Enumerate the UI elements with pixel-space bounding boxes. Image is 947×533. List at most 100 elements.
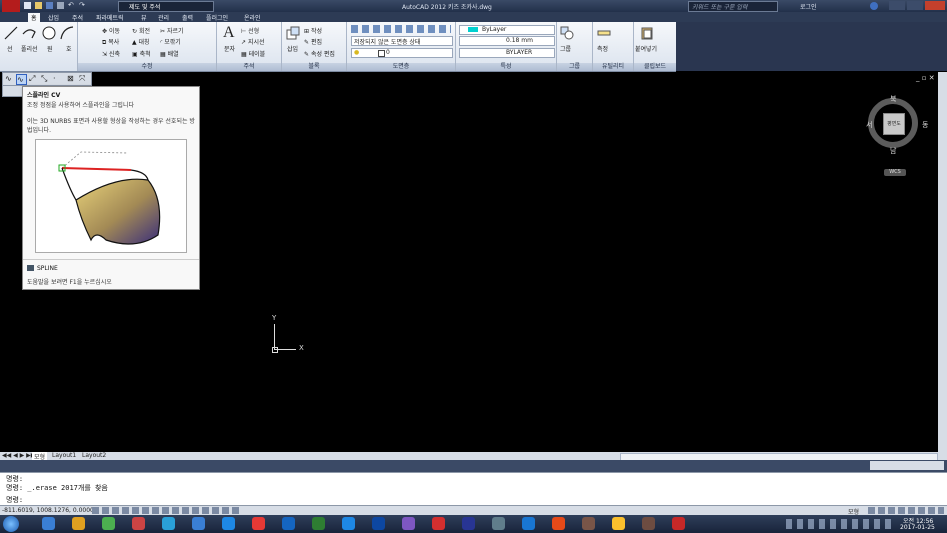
taskbar-app-icon[interactable]: [462, 517, 475, 530]
taskbar-app-icon[interactable]: [252, 517, 265, 530]
taskbar-app-icon[interactable]: [372, 517, 385, 530]
groups-panel-label[interactable]: 그룹: [557, 63, 592, 71]
insert-icon[interactable]: [286, 26, 300, 40]
modify-panel-label[interactable]: 수정: [78, 63, 216, 71]
command-prompt[interactable]: 명령:: [6, 495, 23, 505]
paste-icon[interactable]: [640, 26, 654, 40]
viewcube[interactable]: 평면도 북 남 서 동: [866, 94, 928, 156]
workspace-select[interactable]: 제도 및 주석: [118, 1, 214, 12]
layer-tools-icon[interactable]: [351, 25, 451, 33]
layer-state-select[interactable]: 저장되지 않은 도면층 상태: [351, 36, 453, 46]
status-tools[interactable]: [868, 507, 944, 514]
edit-attributes-button[interactable]: ✎ 속성 편집: [304, 49, 335, 58]
taskbar-app-icon[interactable]: [672, 517, 685, 530]
circle-button[interactable]: 원: [47, 44, 53, 53]
text-icon[interactable]: A: [223, 24, 235, 42]
ribbon-tab[interactable]: 뷰: [138, 13, 150, 22]
wcs-menu[interactable]: WCS: [884, 169, 906, 176]
print-icon[interactable]: [57, 2, 64, 9]
tab-layout1[interactable]: Layout1: [52, 452, 76, 459]
save-icon[interactable]: [46, 2, 53, 9]
rotate-button[interactable]: ↻ 회전: [132, 26, 150, 35]
measure-icon[interactable]: [597, 26, 611, 40]
linetype-select[interactable]: BYLAYER: [459, 48, 555, 58]
polyline-icon[interactable]: [22, 26, 36, 40]
copy-button[interactable]: ⧉ 복사: [102, 37, 119, 47]
utilities-panel-label[interactable]: 유틸리티: [593, 63, 633, 71]
command-window[interactable]: 명령: 명령: _.erase 2017개를 찾음 명령:: [0, 472, 947, 506]
arc-button[interactable]: 호: [66, 44, 72, 53]
drawing-window-controls[interactable]: _ ▫ ✕: [916, 74, 935, 82]
taskbar-app-icon[interactable]: [642, 517, 655, 530]
layer-select[interactable]: ● 0: [351, 48, 453, 58]
taskbar-app-icon[interactable]: [522, 517, 535, 530]
insert-button[interactable]: 삽입: [287, 44, 298, 53]
command-window-tools[interactable]: [870, 461, 944, 470]
polyline-button[interactable]: 폴리선: [21, 44, 38, 53]
line-button[interactable]: 선: [7, 44, 13, 53]
ribbon-tab[interactable]: 플러그인: [203, 13, 231, 22]
taskbar-app-icon[interactable]: [132, 517, 145, 530]
circle-icon[interactable]: [42, 26, 56, 40]
new-icon[interactable]: [24, 2, 31, 9]
arc-icon[interactable]: [60, 26, 74, 40]
open-icon[interactable]: [35, 2, 42, 9]
leader-button[interactable]: ↗ 지시선: [241, 37, 265, 46]
group-button[interactable]: 그룹: [560, 44, 571, 53]
scale-button[interactable]: ▣ 축척: [132, 49, 151, 58]
tab-nav-icon[interactable]: ◀◀ ◀ ▶ ▶▶: [2, 452, 35, 459]
ribbon-tab[interactable]: 삽입: [45, 13, 62, 22]
ribbon-tab[interactable]: 홈: [28, 13, 40, 22]
block-panel-label[interactable]: 블록: [282, 63, 346, 71]
taskbar-app-icon[interactable]: [192, 517, 205, 530]
mirror-button[interactable]: ▲ 대칭: [132, 37, 150, 46]
clock-date[interactable]: 2017-01-25: [900, 524, 935, 531]
taskbar-app-icon[interactable]: [582, 517, 595, 530]
paste-button[interactable]: 붙여넣기: [635, 44, 657, 53]
compass-south[interactable]: 남: [890, 146, 896, 156]
minimize-button[interactable]: [889, 1, 905, 10]
compass-west[interactable]: 서: [866, 120, 872, 130]
system-tray[interactable]: [786, 519, 896, 529]
ribbon-tab[interactable]: 출력: [179, 13, 196, 22]
taskbar-app-icon[interactable]: [72, 517, 85, 530]
taskbar-app-icon[interactable]: [312, 517, 325, 530]
annotation-panel-label[interactable]: 주석: [217, 63, 281, 71]
taskbar-app-icon[interactable]: [402, 517, 415, 530]
ribbon-tab[interactable]: 관리: [155, 13, 172, 22]
compass-east[interactable]: 동: [922, 120, 928, 130]
taskbar-app-icon[interactable]: [342, 517, 355, 530]
move-button[interactable]: ✥ 이동: [102, 26, 120, 35]
ribbon-tab[interactable]: 온라인: [241, 13, 264, 22]
color-select[interactable]: ByLayer: [459, 25, 555, 35]
taskbar-app-icon[interactable]: [612, 517, 625, 530]
ribbon-tab[interactable]: 주석: [69, 13, 86, 22]
viewport-controls[interactable]: [2, 85, 24, 97]
lineweight-select[interactable]: 0.18 mm: [459, 36, 555, 46]
ray-icon[interactable]: ⤢: [29, 74, 35, 84]
region-icon[interactable]: ⊠: [67, 74, 74, 83]
group-icon[interactable]: [560, 26, 574, 40]
viewcube-face[interactable]: 평면도: [883, 113, 905, 135]
taskbar-app-icon[interactable]: [102, 517, 115, 530]
spline-cv-icon[interactable]: ∿: [16, 74, 27, 85]
taskbar-app-icon[interactable]: [42, 517, 55, 530]
compass-north[interactable]: 북: [890, 94, 896, 104]
signin-button[interactable]: 로그인: [800, 2, 817, 11]
measure-button[interactable]: 측정: [597, 44, 608, 53]
wipeout-icon[interactable]: ⤧: [79, 74, 85, 84]
help-icon[interactable]: [870, 2, 878, 10]
taskbar-app-icon[interactable]: [282, 517, 295, 530]
undo-icon[interactable]: ↶: [68, 2, 75, 9]
app-menu-button[interactable]: [2, 0, 20, 12]
point-icon[interactable]: ·: [53, 74, 56, 83]
taskbar-app-icon[interactable]: [492, 517, 505, 530]
search-input[interactable]: 키워드 또는 구문 입력: [688, 1, 778, 12]
stretch-button[interactable]: ⇲ 신축: [102, 49, 120, 58]
table-button[interactable]: ▦ 테이블: [241, 49, 265, 58]
taskbar-app-icon[interactable]: [552, 517, 565, 530]
fillet-button[interactable]: ◜ 모깎기: [160, 37, 181, 46]
coordinates-readout[interactable]: -811.6019, 1008.1276, 0.0000: [2, 507, 94, 514]
block-create-button[interactable]: ⊞ 작성: [304, 26, 322, 35]
taskbar-app-icon[interactable]: [432, 517, 445, 530]
